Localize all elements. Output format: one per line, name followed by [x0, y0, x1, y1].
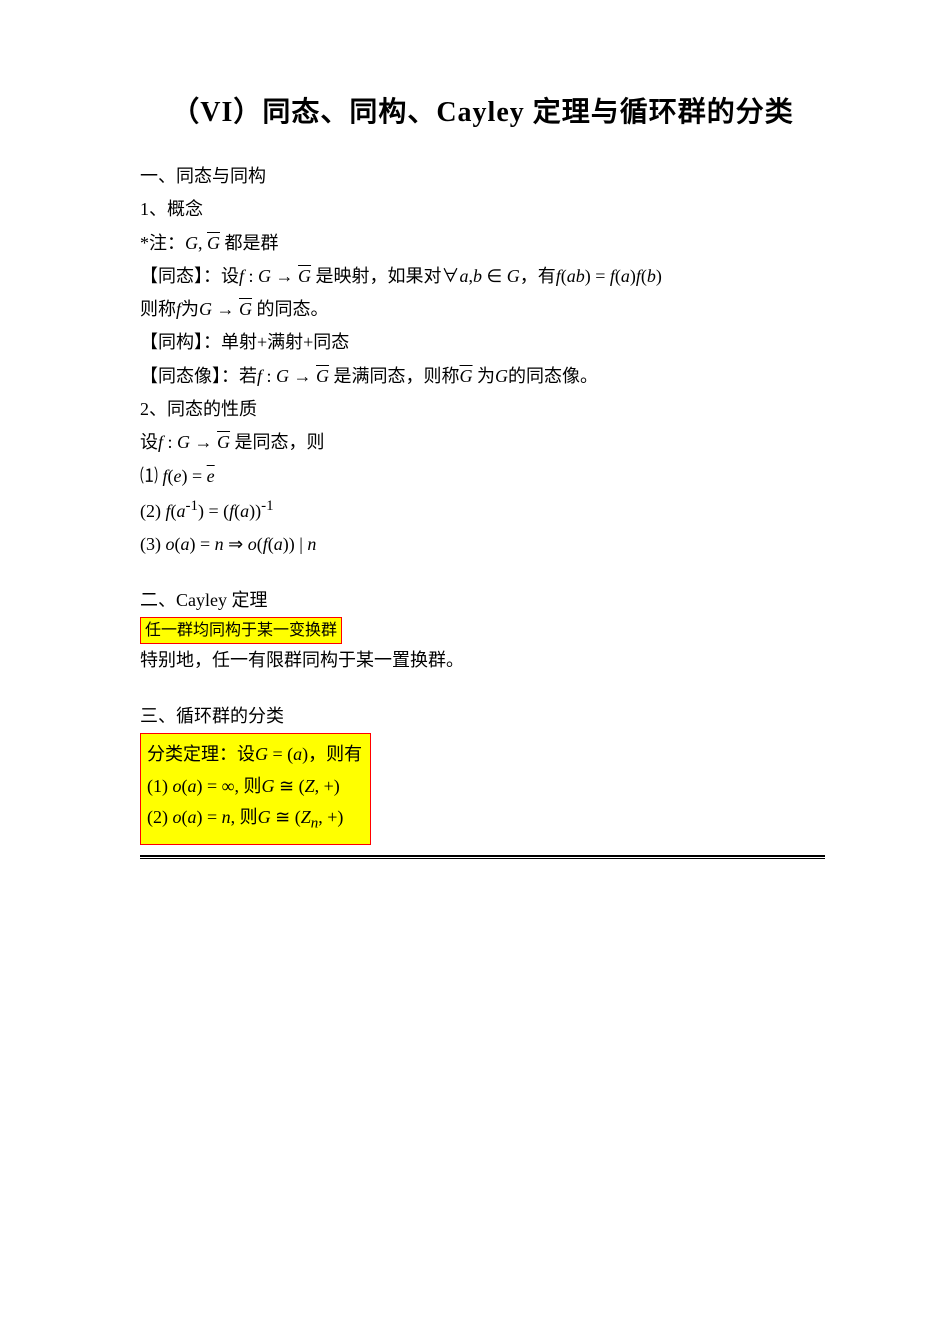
- cayley-highlight-box: 任一群均同构于某一变换群: [140, 617, 825, 645]
- classification-line2: (1) o(a) = ∞, 则G ≅ (Z, +): [147, 771, 362, 802]
- homomorphism-def-line1: 【同态】：设f : G → G 是映射，如果对∀a,b ∈ G，有f(ab) =…: [140, 260, 825, 293]
- cyclic-classification-box: 分类定理：设G = (a)，则有 (1) o(a) = ∞, 则G ≅ (Z, …: [140, 733, 825, 845]
- homomorphism-def-line2: 则称f为G → G 的同态。: [140, 293, 825, 326]
- section3-heading: 三、循环群的分类: [140, 700, 825, 733]
- properties-premise: 设f : G → G 是同态，则: [140, 426, 825, 459]
- cayley-corollary: 特别地，任一有限群同构于某一置换群。: [140, 644, 825, 677]
- footer-rule-top: [140, 855, 825, 857]
- property-1: ⑴ f(e) = e: [140, 460, 825, 493]
- property-2: (2) f(a-1) = (f(a))-1: [140, 493, 825, 528]
- s1-properties-label: 2、同态的性质: [140, 393, 825, 426]
- footer-rule-bottom: [140, 858, 825, 859]
- isomorphism-def: 【同构】：单射+满射+同态: [140, 326, 825, 359]
- document-page: （VI）同态、同构、Cayley 定理与循环群的分类 一、同态与同构 1、概念 …: [0, 0, 945, 1337]
- classification-line1: 分类定理：设G = (a)，则有: [147, 739, 362, 770]
- section2-heading: 二、Cayley 定理: [140, 584, 825, 617]
- section1-heading: 一、同态与同构: [140, 160, 825, 193]
- cayley-theorem-text: 任一群均同构于某一变换群: [140, 617, 342, 645]
- property-3: (3) o(a) = n ⇒ o(f(a)) | n: [140, 528, 825, 561]
- classification-line3: (2) o(a) = n, 则G ≅ (Zn, +): [147, 802, 362, 837]
- page-title: （VI）同态、同构、Cayley 定理与循环群的分类: [140, 90, 825, 130]
- homomorphic-image-def: 【同态像】：若f : G → G 是满同态，则称G 为G的同态像。: [140, 360, 825, 393]
- s1-concept-label: 1、概念: [140, 193, 825, 226]
- s1-note: *注：G, G 都是群: [140, 227, 825, 260]
